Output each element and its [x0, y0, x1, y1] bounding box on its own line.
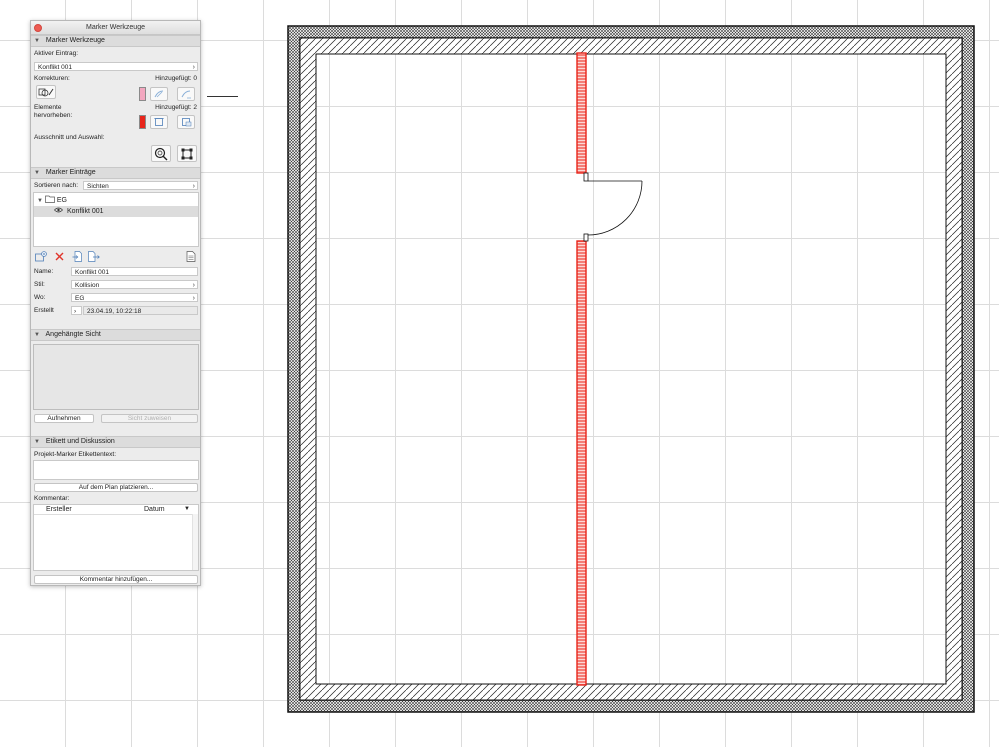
section-header-marker-tools[interactable]: ▼ Marker Werkzeuge [31, 35, 200, 47]
cutout-selection-label: Ausschnitt und Auswahl: [34, 134, 105, 141]
highlight-elements-label-2: hervorheben: [34, 112, 73, 119]
chevron-right-icon: › [192, 64, 195, 71]
zoom-to-view-button[interactable] [151, 145, 171, 162]
label-text-label: Projekt-Marker Etikettentext: [34, 451, 116, 458]
disclosure-triangle-icon: ▼ [34, 332, 40, 338]
active-entry-dropdown[interactable]: Konflikt 001 › [34, 62, 198, 71]
corrections-added-count: Hinzugefügt: 0 [155, 75, 197, 82]
created-label: Erstellt [34, 307, 54, 314]
style-dropdown[interactable]: Kollision › [71, 280, 198, 289]
sort-descending-icon[interactable]: ▼ [184, 505, 190, 514]
capture-button[interactable]: Aufnehmen [34, 414, 94, 423]
floor-plan[interactable] [287, 25, 977, 715]
door[interactable] [583, 172, 643, 242]
exterior-wall-outer-layer[interactable] [287, 25, 975, 713]
comments-table[interactable]: Ersteller Datum ▼ [33, 504, 199, 571]
add-correction-button[interactable] [150, 87, 168, 101]
disclosure-triangle-icon: ▼ [37, 198, 43, 204]
name-label: Name: [34, 268, 54, 275]
import-icon[interactable] [72, 251, 83, 262]
name-input[interactable]: Konflikt 001 [71, 267, 198, 276]
remove-correction-button[interactable] [177, 87, 195, 101]
entries-tree[interactable]: ▼ EG Konflikt 001 [33, 192, 199, 247]
chevron-right-icon: › [192, 295, 195, 302]
highlighted-partition-wall-upper[interactable] [576, 52, 587, 174]
comments-scrollbar[interactable] [192, 514, 198, 570]
remove-highlight-button[interactable] [177, 115, 195, 129]
highlighted-partition-wall-lower[interactable] [576, 240, 587, 686]
eye-icon [54, 207, 63, 213]
highlight-added-count: Hinzugefügt: 2 [155, 104, 197, 111]
where-label: Wo: [34, 294, 46, 301]
chevron-right-icon: › [192, 183, 195, 190]
section-header-marker-entries[interactable]: ▼ Marker Einträge [31, 167, 200, 179]
corrections-label: Korrekturen: [34, 75, 70, 82]
marker-tools-palette: Marker Werkzeuge ▼ Marker Werkzeuge Akti… [30, 20, 201, 586]
add-highlight-button[interactable] [150, 115, 168, 129]
label-discussion-body: Projekt-Marker Etikettentext: Auf dem Pl… [31, 448, 200, 588]
sort-by-dropdown[interactable]: Sichten › [83, 181, 198, 190]
section-header-attached-view[interactable]: ▼ Angehängte Sicht [31, 329, 200, 341]
element-add-icon [154, 118, 164, 126]
attached-view-body: Aufnehmen Sicht zuweisen [31, 341, 200, 436]
chevron-right-icon: › [192, 282, 195, 289]
pen-minus-icon [181, 90, 191, 99]
disclosure-triangle-icon: ▼ [34, 170, 40, 176]
created-timestamp: 23.04.19, 10:22:18 [83, 306, 198, 315]
view-preview-area [33, 344, 199, 410]
corrections-color-swatch[interactable] [139, 87, 146, 101]
column-author[interactable]: Ersteller [46, 505, 72, 514]
add-comment-button[interactable]: Kommentar hinzufügen... [34, 575, 198, 584]
column-date[interactable]: Datum [144, 505, 165, 514]
new-entry-icon[interactable] [35, 251, 47, 262]
comments-label: Kommentar: [34, 495, 70, 502]
element-remove-icon [182, 118, 192, 127]
tree-folder-eg[interactable]: ▼ EG [37, 195, 67, 205]
sort-by-label: Sortieren nach: [34, 182, 79, 189]
created-expand-button[interactable]: › [71, 306, 82, 315]
palette-title: Marker Werkzeuge [85, 24, 145, 31]
comments-table-header: Ersteller Datum ▼ [34, 505, 198, 515]
marker-entries-body: Sortieren nach: Sichten › ▼ EG Konflikt … [31, 179, 200, 329]
pen-plus-icon [154, 90, 164, 98]
shapes-pen-icon [38, 88, 54, 97]
close-icon[interactable] [34, 24, 42, 32]
assign-view-button[interactable]: Sicht zuweisen [101, 414, 198, 423]
disclosure-triangle-icon: ▼ [34, 38, 40, 44]
folder-icon [45, 195, 55, 203]
active-entry-label: Aktiver Eintrag: [34, 50, 79, 57]
zoom-search-icon [154, 147, 168, 160]
marker-tools-body: Aktiver Eintrag: Konflikt 001 › Korrektu… [31, 47, 200, 167]
selection-nodes-icon [181, 148, 193, 159]
chevron-right-icon: › [74, 308, 77, 315]
where-dropdown[interactable]: EG › [71, 293, 198, 302]
style-label: Stil: [34, 281, 45, 288]
export-icon[interactable] [88, 251, 100, 262]
palette-titlebar[interactable]: Marker Werkzeuge [31, 21, 200, 35]
select-elements-button[interactable] [177, 145, 197, 162]
delete-icon[interactable] [54, 251, 65, 262]
marker-leader-line [207, 96, 238, 97]
section-header-label-discussion[interactable]: ▼ Etikett und Diskussion [31, 436, 200, 448]
label-text-input[interactable] [33, 460, 199, 480]
exterior-wall-inner-layer[interactable] [299, 37, 963, 701]
tree-item-konflikt-001[interactable]: Konflikt 001 [34, 206, 198, 217]
highlight-color-swatch[interactable] [139, 115, 146, 129]
correction-tool-button[interactable] [36, 85, 56, 99]
place-on-plan-button[interactable]: Auf dem Plan platzieren... [34, 483, 198, 492]
highlight-elements-label-1: Elemente [34, 104, 62, 111]
disclosure-triangle-icon: ▼ [34, 439, 40, 445]
document-icon[interactable] [186, 251, 196, 262]
